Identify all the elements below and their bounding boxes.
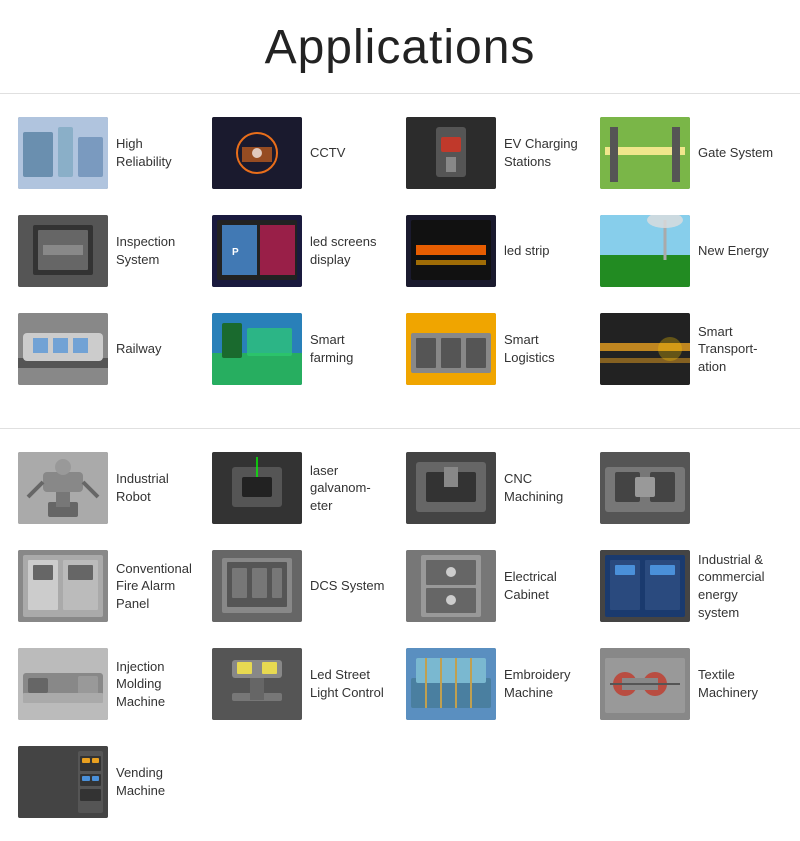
- bottom-grid: Industrial Robot laser galvanom-eter: [0, 439, 800, 831]
- item-electrical-cabinet[interactable]: Electrical Cabinet: [400, 541, 590, 631]
- img-led-strip: [406, 215, 496, 287]
- label-led-screens: led screens display: [310, 233, 390, 268]
- item-textile[interactable]: Textile Machinery: [594, 639, 784, 729]
- top-section: High Reliability CCTV: [0, 93, 800, 408]
- img-new-energy: [600, 215, 690, 287]
- img-industrial-robot: [18, 452, 108, 524]
- img-dcs: [212, 550, 302, 622]
- item-cctv[interactable]: CCTV: [206, 108, 396, 198]
- bottom-section: Industrial Robot laser galvanom-eter: [0, 428, 800, 841]
- label-gate: Gate System: [698, 144, 773, 162]
- item-railway[interactable]: Railway: [12, 304, 202, 394]
- item-embroidery[interactable]: Embroidery Machine: [400, 639, 590, 729]
- label-laser-galvano: laser galvanom-eter: [310, 462, 390, 515]
- label-smart-farming: Smart farming: [310, 331, 390, 366]
- img-smart-transport: [600, 313, 690, 385]
- img-textile: [600, 648, 690, 720]
- label-injection-molding: Injection Molding Machine: [116, 658, 196, 711]
- label-dcs-system: DCS System: [310, 577, 384, 595]
- top-grid: High Reliability CCTV: [0, 104, 800, 398]
- img-cctv: [212, 117, 302, 189]
- img-electrical: [406, 550, 496, 622]
- img-industrial-energy: [600, 550, 690, 622]
- label-vending: Vending Machine: [116, 764, 196, 799]
- item-industrial-energy[interactable]: Industrial & commercial energy system: [594, 541, 784, 631]
- item-smart-transport[interactable]: Smart Transport-ation: [594, 304, 784, 394]
- img-smart-logistics: [406, 313, 496, 385]
- label-industrial-energy: Industrial & commercial energy system: [698, 551, 778, 621]
- img-inspection: [18, 215, 108, 287]
- item-new-energy[interactable]: New Energy: [594, 206, 784, 296]
- img-vending: [18, 746, 108, 818]
- item-laser-galvano[interactable]: laser galvanom-eter: [206, 443, 396, 533]
- img-laser: [212, 452, 302, 524]
- item-smart-logistics[interactable]: Smart Logistics: [400, 304, 590, 394]
- img-fire-alarm: [18, 550, 108, 622]
- label-smart-logistics: Smart Logistics: [504, 331, 584, 366]
- item-ev-charging[interactable]: EV Charging Stations: [400, 108, 590, 198]
- label-inspection: Inspection System: [116, 233, 196, 268]
- item-cnc-machine-img[interactable]: [594, 443, 784, 533]
- img-high-reliability: [18, 117, 108, 189]
- item-smart-farming[interactable]: Smart farming: [206, 304, 396, 394]
- item-injection-molding[interactable]: Injection Molding Machine: [12, 639, 202, 729]
- img-railway: [18, 313, 108, 385]
- label-embroidery: Embroidery Machine: [504, 666, 584, 701]
- item-high-reliability[interactable]: High Reliability: [12, 108, 202, 198]
- svg-text:P: P: [232, 247, 239, 258]
- item-led-screens[interactable]: P led screens display: [206, 206, 396, 296]
- item-gate-system[interactable]: Gate System: [594, 108, 784, 198]
- img-led-screen: P: [212, 215, 302, 287]
- item-industrial-robot[interactable]: Industrial Robot: [12, 443, 202, 533]
- label-fire-alarm: Conventional Fire Alarm Panel: [116, 560, 196, 613]
- label-high-reliability: High Reliability: [116, 135, 196, 170]
- item-fire-alarm[interactable]: Conventional Fire Alarm Panel: [12, 541, 202, 631]
- img-led-street: [212, 648, 302, 720]
- img-gate: [600, 117, 690, 189]
- label-smart-transport: Smart Transport-ation: [698, 323, 778, 376]
- label-ev: EV Charging Stations: [504, 135, 584, 170]
- item-inspection[interactable]: Inspection System: [12, 206, 202, 296]
- label-cctv: CCTV: [310, 144, 345, 162]
- label-industrial-robot: Industrial Robot: [116, 470, 196, 505]
- label-cnc-machining: CNC Machining: [504, 470, 584, 505]
- img-embroidery: [406, 648, 496, 720]
- item-dcs-system[interactable]: DCS System: [206, 541, 396, 631]
- page-title: Applications: [0, 0, 800, 93]
- label-textile: Textile Machinery: [698, 666, 778, 701]
- item-led-street[interactable]: Led Street Light Control: [206, 639, 396, 729]
- label-railway: Railway: [116, 340, 162, 358]
- item-vending[interactable]: Vending Machine: [12, 737, 202, 827]
- img-smart-farming: [212, 313, 302, 385]
- item-led-strip[interactable]: led strip: [400, 206, 590, 296]
- label-new-energy: New Energy: [698, 242, 769, 260]
- img-injection: [18, 648, 108, 720]
- label-electrical-cabinet: Electrical Cabinet: [504, 568, 584, 603]
- item-cnc-machining[interactable]: CNC Machining: [400, 443, 590, 533]
- img-cnc-machine: [600, 452, 690, 524]
- img-ev: [406, 117, 496, 189]
- label-led-street: Led Street Light Control: [310, 666, 390, 701]
- img-cnc: [406, 452, 496, 524]
- label-led-strip: led strip: [504, 242, 550, 260]
